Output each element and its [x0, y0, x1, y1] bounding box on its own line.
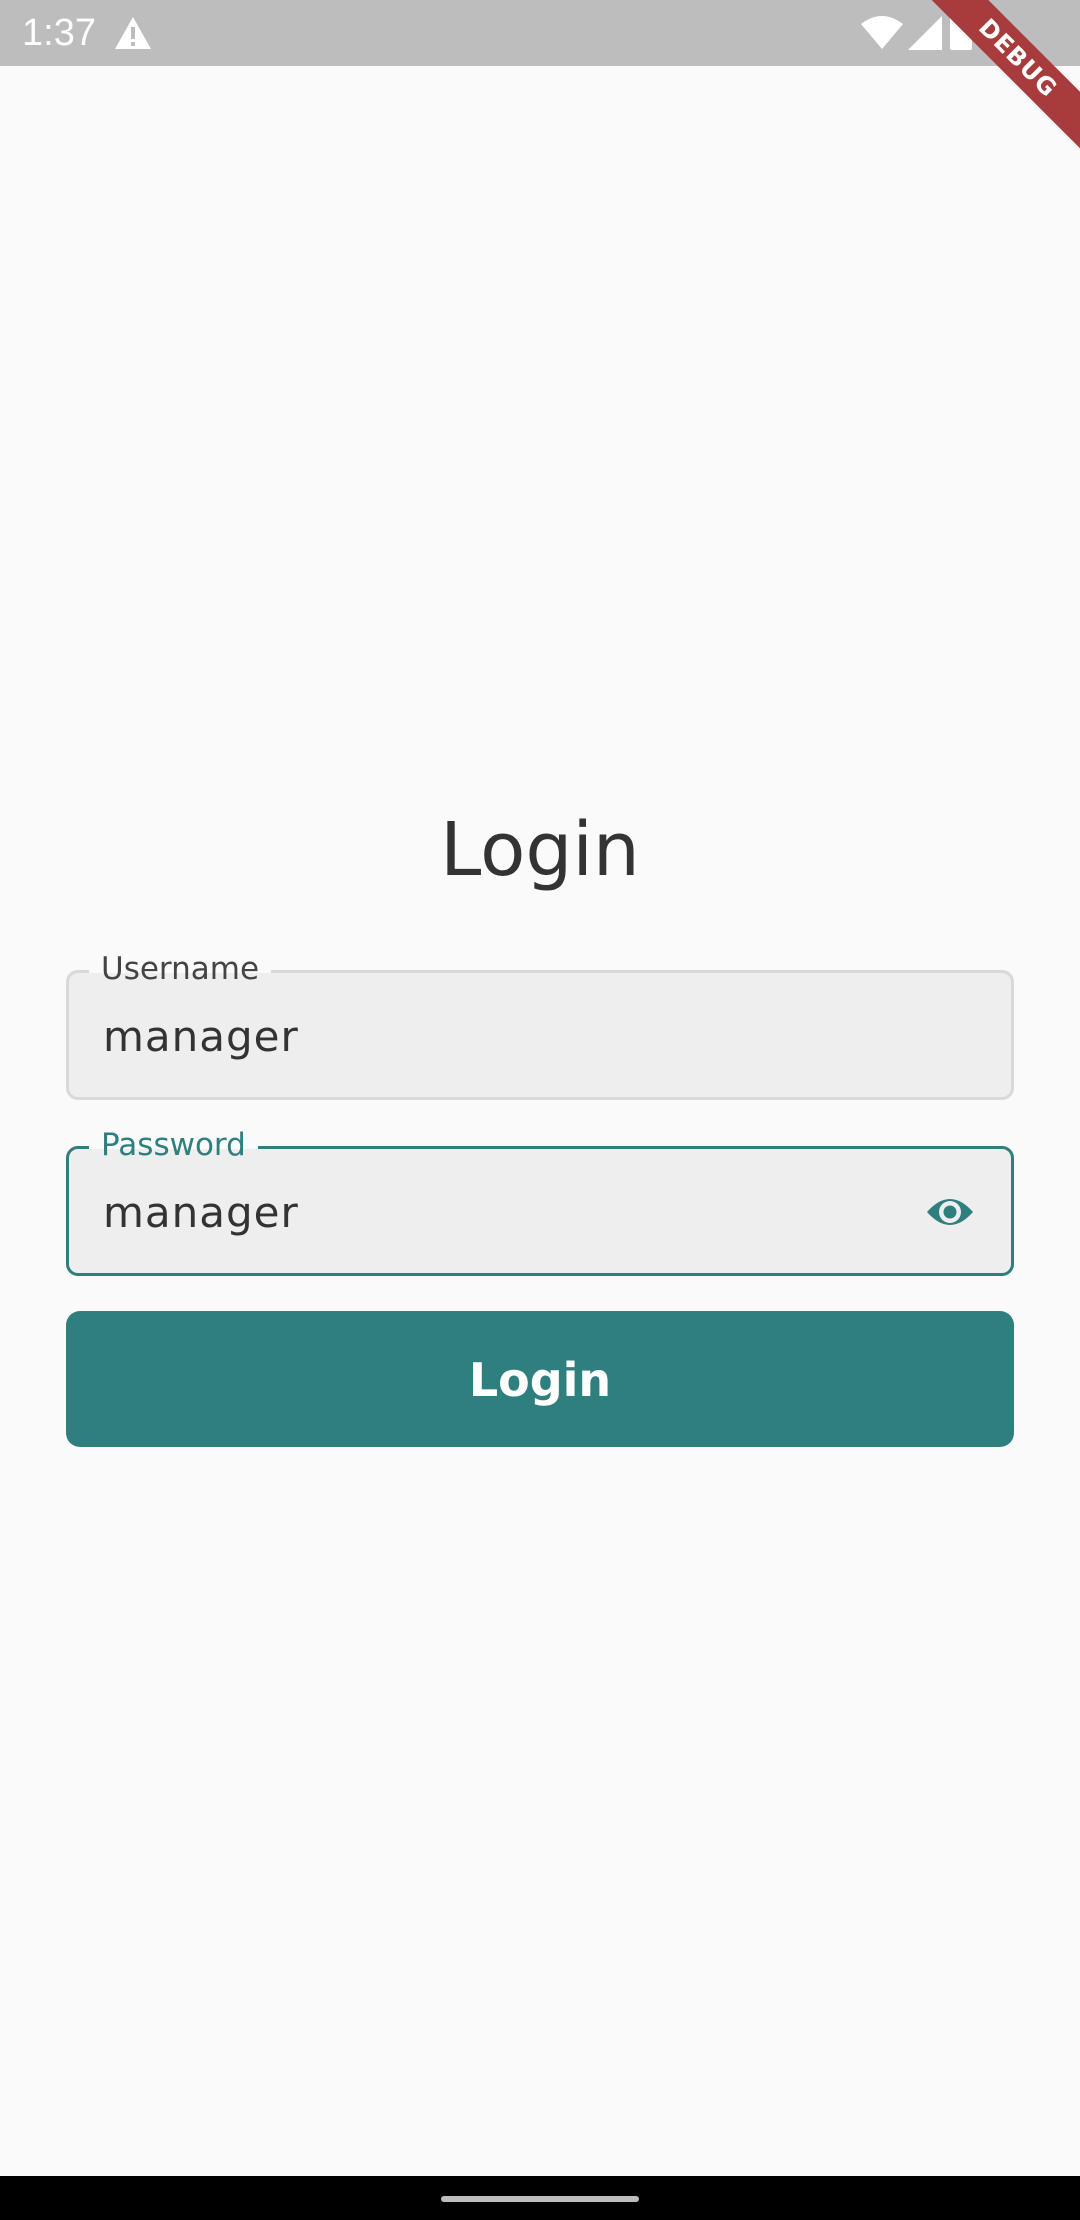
username-input[interactable]: manager — [103, 1009, 299, 1065]
wifi-icon — [861, 16, 903, 49]
password-label: Password — [89, 1125, 258, 1165]
status-time: 1:37 — [22, 12, 96, 54]
password-field[interactable]: Password manager — [66, 1125, 1014, 1276]
login-button[interactable]: Login — [66, 1311, 1014, 1447]
password-input[interactable]: manager — [103, 1185, 299, 1241]
signal-icon — [908, 16, 942, 50]
eye-icon[interactable] — [925, 1191, 975, 1233]
username-label: Username — [89, 949, 272, 989]
username-field[interactable]: Username manager — [66, 949, 1014, 1100]
navigation-bar — [0, 2176, 1080, 2220]
warning-icon — [115, 17, 151, 49]
home-gesture-handle[interactable] — [441, 2196, 639, 2202]
status-icons — [860, 0, 1080, 66]
page-title: Login — [440, 807, 640, 893]
status-bar: 1:37 — [0, 0, 1080, 66]
battery-icon — [950, 14, 972, 50]
